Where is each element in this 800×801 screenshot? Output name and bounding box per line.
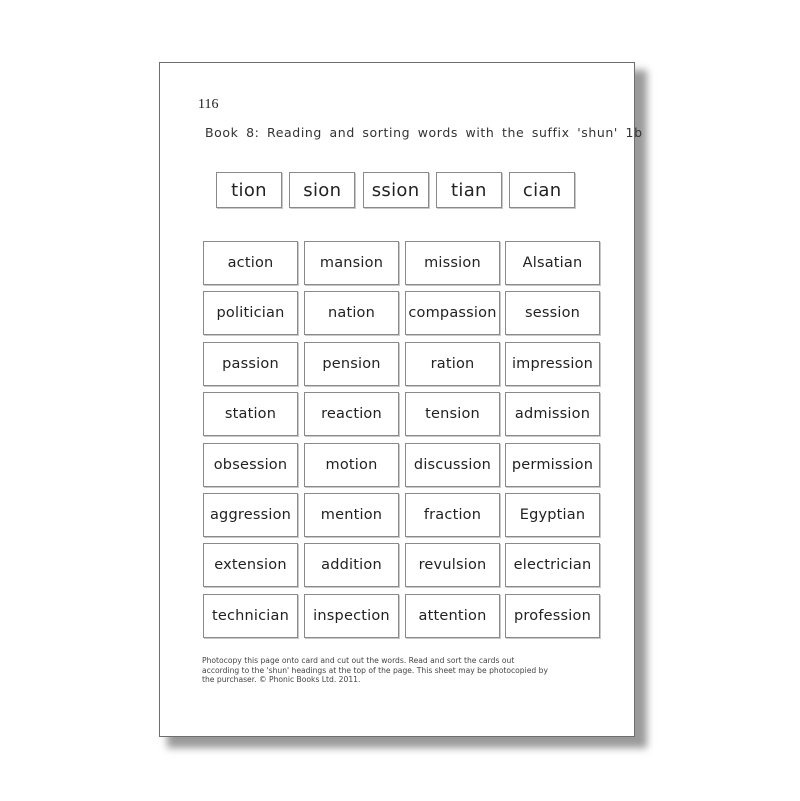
- word-card: profession: [505, 593, 600, 638]
- word-card: action: [203, 241, 298, 285]
- suffix-heading-card: cian: [509, 172, 576, 208]
- page-number: 116: [198, 97, 219, 112]
- word-card: politician: [203, 291, 298, 336]
- word-card: electrician: [505, 543, 600, 588]
- word-card: impression: [505, 341, 600, 386]
- word-card: pension: [304, 341, 399, 386]
- word-card: Egyptian: [505, 493, 600, 537]
- instructions-footer: Photocopy this page onto card and cut ou…: [202, 656, 592, 685]
- footer-line: Photocopy this page onto card and cut ou…: [202, 656, 515, 665]
- page-title: Book 8: Reading and sorting words with t…: [205, 125, 643, 140]
- word-card: compassion: [405, 291, 500, 336]
- word-card: discussion: [405, 442, 500, 487]
- word-card: Alsatian: [505, 241, 600, 285]
- suffix-heading-card: sion: [289, 172, 356, 208]
- word-card: ration: [405, 341, 500, 386]
- word-card: aggression: [203, 493, 298, 537]
- word-card: mention: [304, 493, 399, 537]
- word-card: mansion: [304, 241, 399, 285]
- word-card: permission: [505, 442, 600, 487]
- word-card: session: [505, 291, 600, 336]
- footer-line: the purchaser. © Phonic Books Ltd. 2011.: [202, 675, 361, 685]
- word-card: admission: [505, 392, 600, 437]
- word-card: mission: [405, 241, 500, 285]
- footer-line: according to the 'shun' headings at the …: [202, 665, 548, 675]
- suffix-heading-card: ssion: [362, 172, 429, 208]
- word-card: nation: [304, 291, 399, 336]
- suffix-heading-card: tion: [216, 172, 282, 208]
- word-card: inspection: [304, 593, 399, 638]
- word-card: attention: [405, 593, 500, 638]
- word-card: technician: [203, 593, 298, 638]
- word-card: passion: [203, 341, 298, 386]
- word-card: revulsion: [405, 543, 500, 588]
- word-card: extension: [203, 543, 298, 588]
- word-card: reaction: [304, 392, 399, 437]
- word-card: motion: [304, 442, 399, 487]
- word-card: station: [203, 392, 298, 437]
- word-card: addition: [304, 543, 399, 588]
- word-card: obsession: [203, 442, 298, 487]
- word-card: fraction: [405, 493, 500, 537]
- word-card: tension: [405, 392, 500, 437]
- worksheet-page: 116 Book 8: Reading and sorting words wi…: [159, 62, 643, 737]
- suffix-heading-card: tian: [435, 172, 502, 208]
